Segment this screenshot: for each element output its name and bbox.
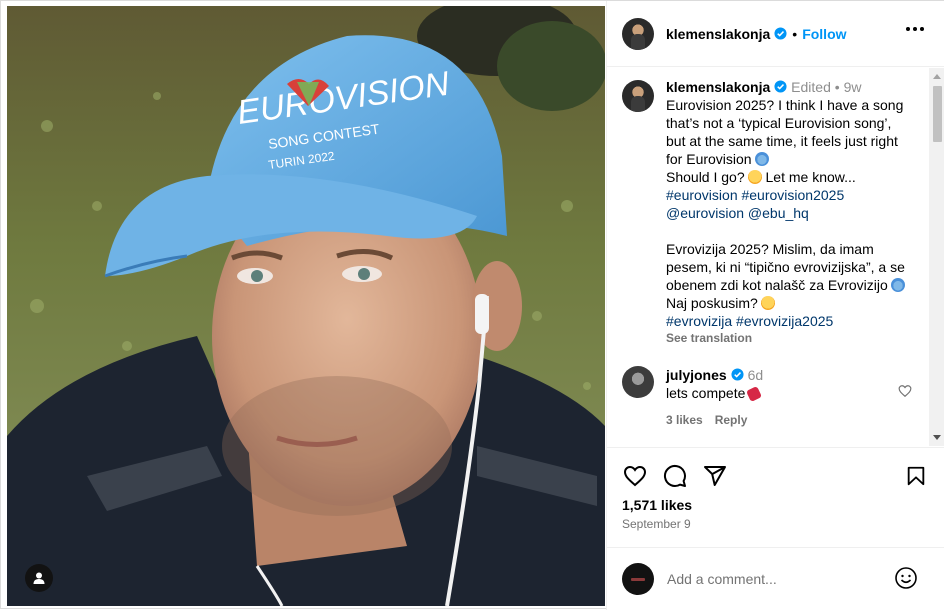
user-tag-icon — [33, 572, 45, 584]
thinking-face-emoji — [760, 296, 775, 310]
caption-avatar[interactable] — [622, 80, 654, 112]
caption-hashtags-sl[interactable]: #evrovizija #evrovizija2025 — [666, 312, 922, 330]
author-username[interactable]: klemenslakonja — [666, 26, 770, 42]
comments-list[interactable]: klemenslakonja Edited • 9w Eurovision 20… — [607, 68, 929, 446]
verified-badge-icon — [774, 80, 787, 93]
comment-reply-button[interactable]: Reply — [715, 411, 748, 429]
selfie-image: EUROVISION SONG CONTEST TURIN 2022 — [7, 6, 605, 606]
caption-line: pesem, ki ni “tipično evrovizijska”, a s… — [666, 259, 905, 275]
caption-age[interactable]: 9w — [844, 79, 862, 95]
caption-line: Should I go? — [666, 169, 745, 185]
likes-count[interactable]: 1,571 likes — [622, 497, 692, 513]
current-user-avatar — [622, 563, 654, 595]
comment-icon[interactable] — [662, 464, 688, 488]
caption-line: Naj poskusim? — [666, 295, 758, 311]
commenter-avatar[interactable] — [622, 366, 654, 398]
post-actions: 1,571 likes September 9 — [607, 447, 944, 551]
comment-like-heart-icon[interactable] — [898, 384, 912, 398]
post-side-panel: klemenslakonja • Follow klemenslakonja E… — [606, 1, 944, 610]
caption: klemenslakonja Edited • 9w Eurovision 20… — [622, 78, 922, 346]
nail-polish-emoji — [746, 386, 763, 402]
follow-button[interactable]: Follow — [802, 26, 846, 42]
share-icon[interactable] — [702, 464, 728, 488]
caption-dot: • — [834, 79, 840, 95]
scroll-up-arrow-icon[interactable] — [933, 74, 941, 79]
caption-username[interactable]: klemenslakonja — [666, 79, 770, 95]
caption-hashtags[interactable]: #eurovision #eurovision2025 — [666, 186, 922, 204]
scroll-thumb[interactable] — [933, 86, 942, 142]
post-header: klemenslakonja • Follow — [607, 1, 944, 67]
caption-body: klemenslakonja Edited • 9w Eurovision 20… — [666, 78, 922, 346]
caption-line: but at the same time, it feels just righ… — [666, 133, 898, 149]
comment-input[interactable] — [667, 571, 887, 587]
caption-line: Eurovision 2025? I think I have a song — [666, 97, 904, 113]
comments-scrollbar[interactable] — [929, 68, 944, 446]
commenter-username[interactable]: julyjones — [666, 367, 727, 383]
user-tag-button[interactable] — [25, 564, 53, 592]
verified-badge-icon — [731, 368, 744, 381]
comment-likes[interactable]: 3 likes — [666, 411, 703, 429]
author-avatar[interactable] — [622, 17, 654, 50]
caption-line: Evrovizija 2025? Mislim, da imam — [666, 241, 874, 257]
heart-icon[interactable] — [622, 464, 648, 488]
freezing-face-emoji — [890, 278, 905, 292]
post-date[interactable]: September 9 — [622, 517, 691, 531]
add-comment-bar — [607, 547, 944, 610]
verified-badge-icon — [774, 27, 787, 40]
caption-line: for Eurovision — [666, 151, 752, 167]
comment-text: lets compete — [666, 385, 746, 401]
header-dot: • — [792, 25, 798, 42]
comment-item: julyjones 6d lets compete 3 likes Reply — [622, 366, 922, 429]
post-modal: EUROVISION SONG CONTEST TURIN 2022 kleme… — [0, 0, 944, 610]
emoji-icon[interactable] — [894, 566, 918, 590]
see-translation-link[interactable]: See translation — [666, 330, 922, 346]
thinking-face-emoji — [747, 170, 762, 184]
comment-body: julyjones 6d lets compete 3 likes Reply — [666, 366, 886, 429]
caption-line: Let me know... — [761, 169, 856, 185]
post-photo[interactable]: EUROVISION SONG CONTEST TURIN 2022 — [7, 6, 605, 606]
more-options-icon[interactable] — [906, 27, 924, 31]
comment-age[interactable]: 6d — [748, 367, 764, 383]
edited-label: Edited — [791, 79, 831, 95]
freezing-face-emoji — [754, 152, 769, 166]
caption-mentions[interactable]: @eurovision @ebu_hq — [666, 204, 922, 222]
caption-line: obenem zdi kot nalašč za Evrovizijo — [666, 277, 888, 293]
caption-line: that’s not a ‘typical Eurovision song’, — [666, 115, 892, 131]
bookmark-icon[interactable] — [905, 464, 927, 488]
scroll-down-arrow-icon[interactable] — [933, 435, 941, 440]
